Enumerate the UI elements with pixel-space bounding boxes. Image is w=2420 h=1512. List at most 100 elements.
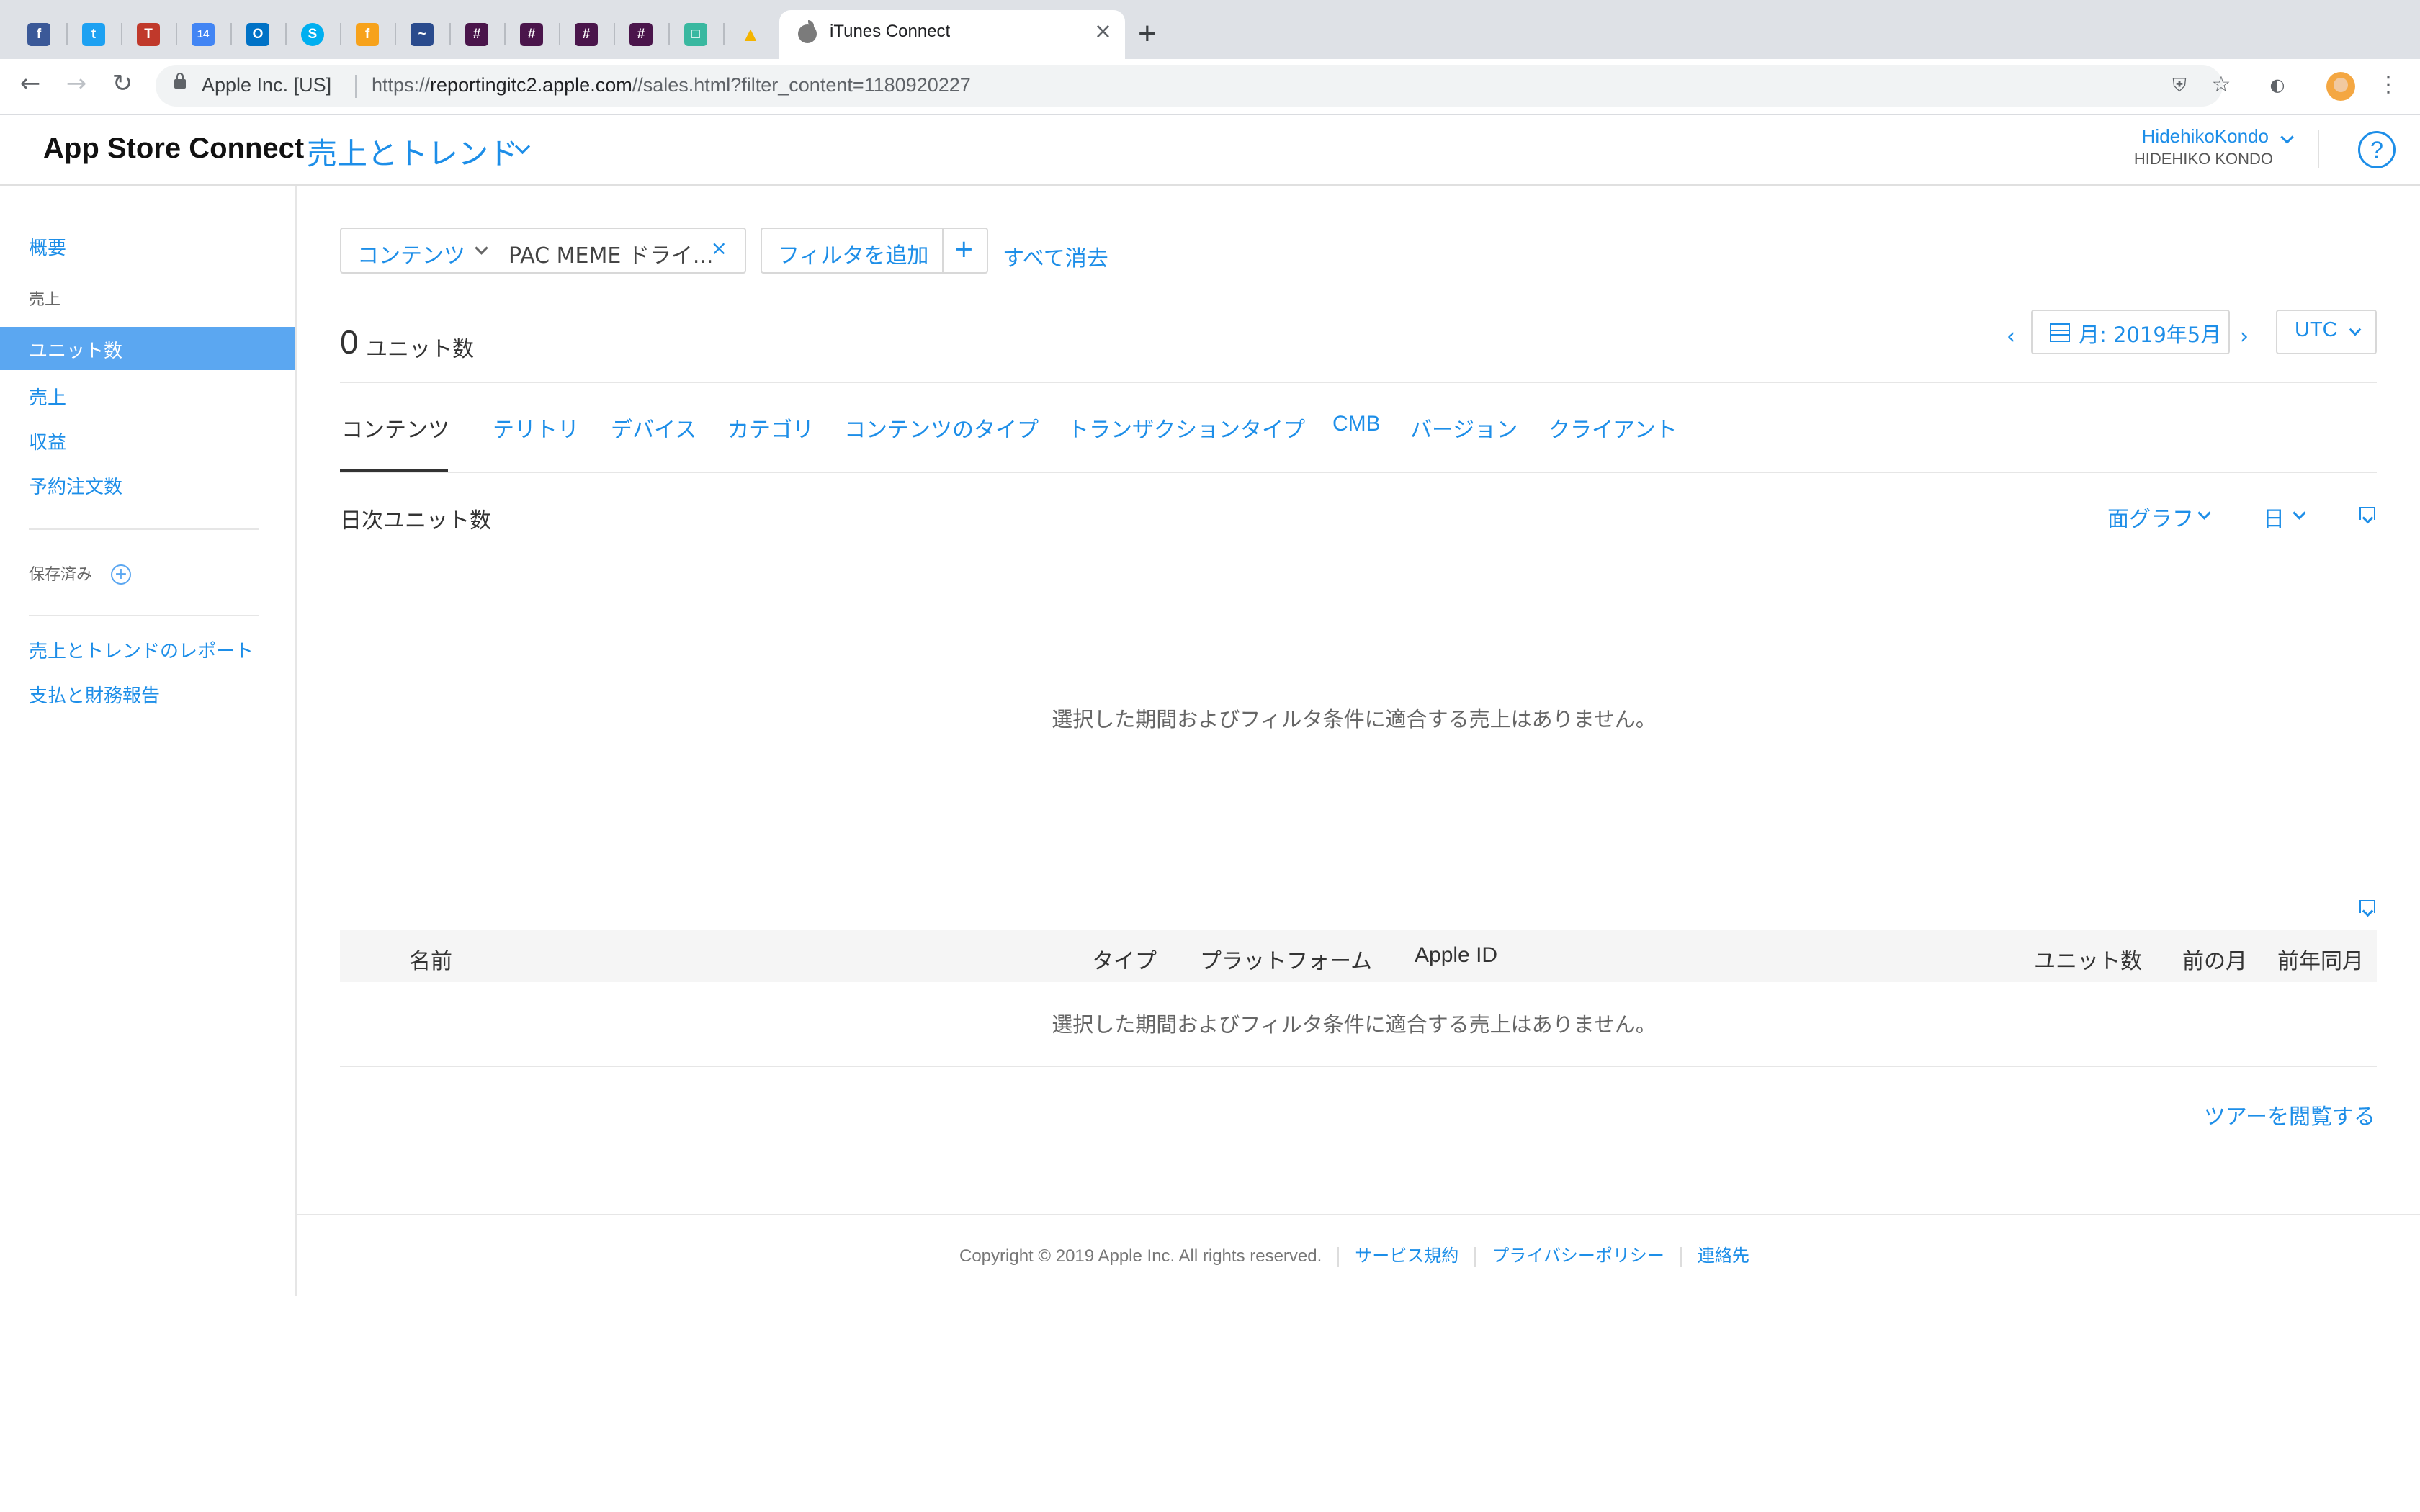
pinned-tab-skype[interactable]: S xyxy=(294,17,330,53)
view-tour-link[interactable]: ツアーを閲覧する xyxy=(2204,1099,2375,1130)
pinned-tab-feedly[interactable]: f xyxy=(349,17,385,53)
chart-empty-message: 選択した期間およびフィルタ条件に適合する売上はありません。 xyxy=(1052,707,1657,732)
reload-icon[interactable]: ↻ xyxy=(108,69,137,98)
pinned-tab-notes[interactable]: □ xyxy=(677,17,713,53)
profile-avatar[interactable] xyxy=(2326,72,2355,101)
column-units[interactable]: ユニット数 xyxy=(2034,943,2142,975)
timezone-label: UTC xyxy=(2295,318,2338,341)
slack-icon: # xyxy=(629,23,653,46)
next-period-icon[interactable]: › xyxy=(2240,324,2249,349)
sidebar: 概要 売上 ユニット数 売上 収益 予約注文数 保存済み + 売上とトレンドのレ… xyxy=(0,186,297,1296)
brand-title[interactable]: App Store Connect xyxy=(43,132,304,165)
pinned-tab-google-drive[interactable]: ▲ xyxy=(732,17,768,53)
pinned-tab-calendar[interactable]: 14 xyxy=(184,17,220,53)
new-tab-button[interactable]: + xyxy=(1138,16,1157,52)
pinned-tab-slack[interactable]: # xyxy=(622,17,658,53)
add-filter-label[interactable]: フィルタを追加 xyxy=(778,238,928,269)
pinned-tab-slack[interactable]: # xyxy=(513,17,549,53)
column-platform[interactable]: プラットフォーム xyxy=(1200,943,1372,975)
add-saved-icon[interactable]: + xyxy=(111,564,131,585)
filter-key[interactable]: コンテンツ xyxy=(357,238,465,269)
help-icon[interactable]: ? xyxy=(2358,131,2396,168)
user-team-name: HIDEHIKO KONDO xyxy=(2133,150,2273,168)
pinned-tab-trello[interactable]: T xyxy=(130,17,166,53)
tab-cmb[interactable]: CMB xyxy=(1332,412,1381,436)
column-same-month-last-year[interactable]: 前年同月 xyxy=(2277,943,2364,975)
chevron-down-icon[interactable] xyxy=(2280,130,2294,144)
terms-link[interactable]: サービス規約 xyxy=(1355,1246,1458,1266)
column-apple-id[interactable]: Apple ID xyxy=(1415,943,1497,968)
tab-transaction-type[interactable]: トランザクションタイプ xyxy=(1067,412,1305,444)
chevron-down-icon[interactable] xyxy=(2197,506,2211,520)
slack-icon: # xyxy=(520,23,543,46)
url-text[interactable]: https://reportingitc2.apple.com//sales.h… xyxy=(372,74,971,96)
address-bar[interactable]: Apple Inc. [US] https://reportingitc2.ap… xyxy=(156,65,2223,107)
contact-link[interactable]: 連絡先 xyxy=(1698,1246,1749,1266)
add-filter-button[interactable]: フィルタを追加 + xyxy=(761,228,988,274)
date-picker[interactable]: 月: 2019年5月 xyxy=(2031,310,2230,354)
forward-arrow-icon[interactable]: → xyxy=(62,69,91,98)
remove-filter-icon[interactable]: × xyxy=(711,236,727,260)
sidebar-item-units[interactable]: ユニット数 xyxy=(0,327,295,370)
filter-value[interactable]: PAC MEME ドライ... xyxy=(508,238,713,269)
timezone-dropdown[interactable]: UTC xyxy=(2276,310,2377,354)
pinned-tab-facebook[interactable]: f xyxy=(20,17,56,53)
footer: Copyright © 2019 Apple Inc. All rights r… xyxy=(959,1241,1749,1267)
tab-territory[interactable]: テリトリ xyxy=(493,412,579,444)
sidebar-item-sales[interactable]: 売上 xyxy=(29,383,66,410)
tab-category[interactable]: カテゴリ xyxy=(727,412,814,444)
browser-tab-strip: f t T 14 O S f ~ # # # # □ ▲ iTunes Conn… xyxy=(0,0,2420,59)
privacy-link[interactable]: プライバシーポリシー xyxy=(1492,1246,1664,1266)
pinned-tab-twitter[interactable]: t xyxy=(75,17,111,53)
content-filter-pill[interactable]: コンテンツ PAC MEME ドライ... × xyxy=(340,228,746,274)
tab-separator xyxy=(504,23,506,45)
facebook-icon: f xyxy=(27,23,50,46)
sidebar-item-overview[interactable]: 概要 xyxy=(29,233,66,260)
download-table-icon[interactable] xyxy=(2360,900,2375,922)
sidebar-item-proceeds[interactable]: 収益 xyxy=(29,428,66,454)
bookmark-star-icon[interactable]: ☆ xyxy=(2207,71,2236,99)
menu-kebab-icon[interactable]: ⋮ xyxy=(2374,71,2403,99)
tab-device[interactable]: デバイス xyxy=(611,412,696,444)
shield-blocked-icon[interactable]: ⛨ xyxy=(2165,71,2194,100)
pinned-tab-outlook[interactable]: O xyxy=(239,17,275,53)
download-chart-icon[interactable] xyxy=(2360,507,2375,528)
pinned-tab-slack[interactable]: # xyxy=(458,17,494,53)
tab-content-type[interactable]: コンテンツのタイプ xyxy=(844,412,1039,444)
footer-separator xyxy=(1474,1246,1476,1267)
tab-content[interactable]: コンテンツ xyxy=(341,412,449,444)
chevron-down-icon[interactable] xyxy=(475,241,488,255)
column-type[interactable]: タイプ xyxy=(1092,943,1157,975)
tab-version[interactable]: バージョン xyxy=(1410,412,1518,444)
previous-period-icon[interactable]: ‹ xyxy=(2007,324,2015,349)
app-header: App Store Connect 売上とトレンド HidehikoKondo … xyxy=(0,115,2420,186)
user-menu[interactable]: HidehikoKondo xyxy=(2142,125,2269,148)
slack-icon: # xyxy=(575,23,598,46)
apple-icon xyxy=(798,20,817,43)
divider xyxy=(340,472,2377,473)
skype-icon: S xyxy=(301,23,324,46)
pinned-tab-slack[interactable]: # xyxy=(568,17,604,53)
extension-icon[interactable]: ◐ xyxy=(2263,71,2292,99)
active-browser-tab[interactable]: iTunes Connect × xyxy=(779,10,1125,59)
plus-icon[interactable]: + xyxy=(954,235,974,264)
chart-type-dropdown[interactable]: 面グラフ xyxy=(2107,501,2194,533)
column-previous-month[interactable]: 前の月 xyxy=(2182,943,2247,975)
pinned-tab-analytics[interactable]: ~ xyxy=(403,17,439,53)
sidebar-item-preorders[interactable]: 予約注文数 xyxy=(29,472,122,499)
close-tab-icon[interactable]: × xyxy=(1094,19,1112,44)
column-name[interactable]: 名前 xyxy=(409,943,452,975)
interval-dropdown[interactable]: 日 xyxy=(2263,501,2285,533)
tab-separator xyxy=(66,23,68,45)
tab-separator xyxy=(395,23,396,45)
tab-client[interactable]: クライアント xyxy=(1549,412,1677,444)
section-switcher[interactable]: 売上とトレンド xyxy=(307,130,519,174)
sidebar-link-reports[interactable]: 売上とトレンドのレポート xyxy=(29,636,254,663)
clear-all-link[interactable]: すべて消去 xyxy=(1003,240,1108,272)
certificate-label[interactable]: Apple Inc. [US] xyxy=(202,74,331,96)
tab-separator xyxy=(449,23,451,45)
tab-separator xyxy=(723,23,725,45)
footer-separator xyxy=(1680,1246,1682,1267)
back-arrow-icon[interactable]: ← xyxy=(16,69,45,98)
chevron-down-icon[interactable] xyxy=(2293,506,2306,520)
